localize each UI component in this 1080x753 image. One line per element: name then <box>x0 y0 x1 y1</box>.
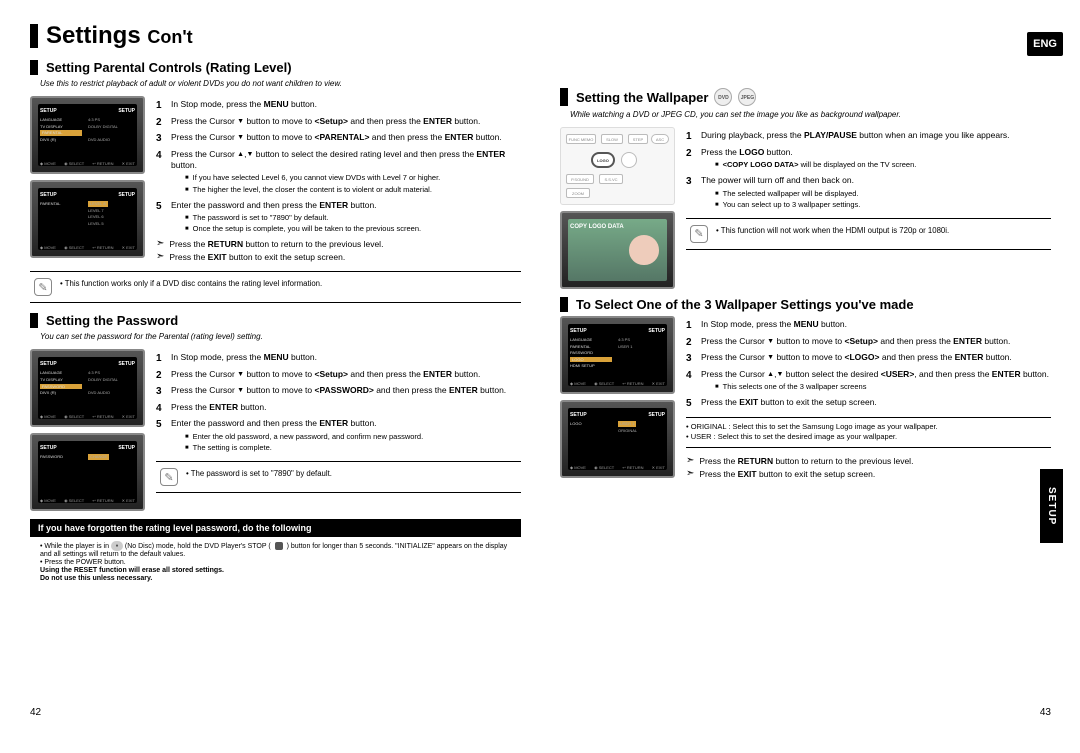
parental-thumbs: SETUPSETUP LANGUAGE4:3 PS TV DISPLAYDOLB… <box>30 96 148 265</box>
note-icon: ✎ <box>34 278 52 296</box>
tip: Press the EXIT button to exit the setup … <box>156 252 521 262</box>
section-select-wallpaper-title: To Select One of the 3 Wallpaper Setting… <box>560 297 1051 312</box>
left-page: Settings Con't Setting Parental Controls… <box>18 24 533 724</box>
password-intro: You can set the password for the Parenta… <box>40 332 521 341</box>
section-wallpaper-title: Setting the Wallpaper DVD JPEG <box>560 88 1051 106</box>
setup-screenshot: SETUPSETUP LANGUAGE4:3 PS PARENTALUSER 1… <box>560 316 675 394</box>
step: The power will turn off and then back on… <box>701 175 1051 212</box>
wallpaper-intro: While watching a DVD or JPEG CD, you can… <box>570 110 1051 119</box>
side-tab-setup: SETUP <box>1040 469 1063 543</box>
step: Press the Cursor ▼ button to move to <PA… <box>171 385 521 399</box>
step: Press the LOGO button. <COPY LOGO DATA> … <box>701 147 1051 173</box>
main-title-sub: Con't <box>147 27 192 47</box>
step: Press the Cursor ▼ button to move to <PA… <box>171 132 521 146</box>
wallpaper-steps: 1During playback, press the PLAY/PAUSE b… <box>686 127 1051 289</box>
step: In Stop mode, press the MENU button. <box>171 99 521 113</box>
setup-screenshot: SETUPSETUP PARENTALLEVEL 8 LEVEL 7 LEVEL… <box>30 180 145 258</box>
step: Press the Cursor ▲,▼ button select the d… <box>701 369 1051 395</box>
wallpaper-content: FUNC MEMO SLOW STEP ASC LOGO P.SOUND S.S… <box>560 127 1051 289</box>
select-wallpaper-thumbs: SETUPSETUP LANGUAGE4:3 PS PARENTALUSER 1… <box>560 316 678 482</box>
wallpaper-thumbs: FUNC MEMO SLOW STEP ASC LOGO P.SOUND S.S… <box>560 127 678 289</box>
password-steps: 1In Stop mode, press the MENU button. 2P… <box>156 349 521 511</box>
main-title-text: Settings <box>46 22 141 49</box>
note-icon: ✎ <box>690 225 708 243</box>
parental-steps: 1In Stop mode, press the MENU button. 2P… <box>156 96 521 265</box>
parental-content: SETUPSETUP LANGUAGE4:3 PS TV DISPLAYDOLB… <box>30 96 521 265</box>
tip: Press the RETURN button to return to the… <box>686 456 1051 466</box>
password-content: SETUPSETUP LANGUAGE4:3 PS TV DISPLAYDOLB… <box>30 349 521 511</box>
dvd-badge: DVD <box>714 88 732 106</box>
step: Press the ENTER button. <box>171 402 521 416</box>
setup-screenshot: SETUPSETUP LANGUAGE4:3 PS TV DISPLAYDOLB… <box>30 349 145 427</box>
wallpaper-preview-photo: COPY LOGO DATA <box>560 211 675 289</box>
select-wallpaper-steps: 1In Stop mode, press the MENU button. 2P… <box>686 316 1051 482</box>
section-password-title: Setting the Password <box>30 313 521 328</box>
parental-intro: Use this to restrict playback of adult o… <box>40 79 521 88</box>
step: In Stop mode, press the MENU button. <box>701 319 1051 333</box>
step: Press the Cursor ▼ button to move to <LO… <box>701 352 1051 366</box>
remote-buttons-illustration: FUNC MEMO SLOW STEP ASC LOGO P.SOUND S.S… <box>560 127 675 205</box>
note-box: ✎ The password is set to "7890" by defau… <box>156 461 521 493</box>
setup-screenshot: SETUPSETUP LANGUAGE4:3 PS TV DISPLAYDOLB… <box>30 96 145 174</box>
note-icon: ✎ <box>160 468 178 486</box>
password-thumbs: SETUPSETUP LANGUAGE4:3 PS TV DISPLAYDOLB… <box>30 349 148 511</box>
setup-screenshot: SETUPSETUP PASSWORDCHANGE ◆ MOVE◉ SELECT… <box>30 433 145 511</box>
setup-screenshot: SETUPSETUP LOGOUSER 1 ORIGINAL ◆ MOVE◉ S… <box>560 400 675 478</box>
step: During playback, press the PLAY/PAUSE bu… <box>701 130 1051 144</box>
section-parental-title: Setting Parental Controls (Rating Level) <box>30 60 521 75</box>
forgot-password-heading: If you have forgotten the rating level p… <box>30 519 521 537</box>
tip: Press the EXIT button to exit the setup … <box>686 469 1051 479</box>
forgot-password-notes: • While the player is in ● (No Disc) mod… <box>40 541 511 582</box>
step: Press the Cursor ▼ button to move to <Se… <box>171 369 521 383</box>
step: Enter the password and then press the EN… <box>171 418 521 455</box>
page-number: 43 <box>1040 707 1051 718</box>
note-box: ✎ This function works only if a DVD disc… <box>30 271 521 303</box>
note-box: ✎ This function will not work when the H… <box>686 218 1051 250</box>
main-title: Settings Con't <box>30 24 521 48</box>
tip: Press the RETURN button to return to the… <box>156 239 521 249</box>
select-wallpaper-content: SETUPSETUP LANGUAGE4:3 PS PARENTALUSER 1… <box>560 316 1051 482</box>
step: Press the EXIT button to exit the setup … <box>701 397 1051 411</box>
right-page: ENG SETUP Setting the Wallpaper DVD JPEG… <box>548 24 1063 724</box>
step: In Stop mode, press the MENU button. <box>171 352 521 366</box>
jpeg-badge: JPEG <box>738 88 756 106</box>
step: Press the Cursor ▼ button to move to <Se… <box>701 336 1051 350</box>
step: Press the Cursor ▲,▼ button to select th… <box>171 149 521 197</box>
language-badge: ENG <box>1027 32 1063 56</box>
page-number: 42 <box>30 707 41 718</box>
step: Press the Cursor ▼ button to move to <Se… <box>171 116 521 130</box>
step: Enter the password and then press the EN… <box>171 200 521 237</box>
